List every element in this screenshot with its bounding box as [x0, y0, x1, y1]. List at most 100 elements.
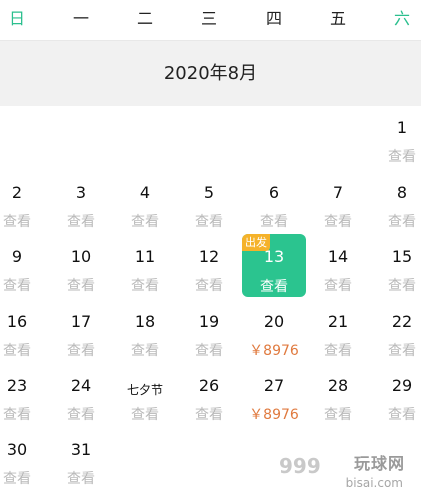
day-cell[interactable]: 16 查看 [0, 308, 47, 372]
weekday-sunday: 日 [8, 9, 25, 28]
day-number: 12 [198, 247, 220, 266]
day-view-label: 查看 [195, 278, 223, 294]
day-view-label: 查看 [324, 407, 352, 423]
day-cell-selected[interactable]: 出发 13 查看 [242, 234, 306, 297]
weekday-wednesday: 三 [200, 9, 217, 28]
day-number: 17 [70, 312, 92, 331]
site-watermark: 999 玩球网 bisai.com [275, 450, 415, 490]
day-cell[interactable]: 1 查看 [372, 114, 421, 178]
day-number: 22 [391, 312, 413, 331]
day-cell[interactable]: 22 查看 [372, 308, 421, 372]
day-view-label: 查看 [195, 407, 223, 423]
day-view-label: 查看 [67, 471, 95, 487]
day-number: 7 [332, 183, 344, 202]
day-number: 27 [263, 376, 285, 395]
watermark-domain: bisai.com [345, 476, 403, 490]
day-number: 24 [70, 376, 92, 395]
day-view-label: 查看 [67, 343, 95, 359]
day-view-label: 查看 [324, 214, 352, 230]
day-number: 13 [263, 247, 285, 266]
day-view-label: 查看 [324, 343, 352, 359]
day-cell[interactable]: 24 查看 [51, 372, 111, 436]
day-cell[interactable]: 31 查看 [51, 436, 111, 500]
day-number: 26 [198, 376, 220, 395]
day-number: 18 [134, 312, 156, 331]
day-price: ￥8976 [249, 343, 299, 359]
day-number: 2 [11, 183, 23, 202]
day-cell[interactable]: 27 ￥8976 [244, 372, 304, 436]
day-cell[interactable]: 7 查看 [308, 179, 368, 243]
month-title: 2020年8月 [163, 63, 258, 84]
day-view-label: 查看 [195, 214, 223, 230]
day-number: 4 [139, 183, 151, 202]
weekday-thursday: 四 [265, 9, 282, 28]
day-view-label: 查看 [3, 278, 31, 294]
month-header: 2020年8月 [0, 41, 421, 106]
day-cell[interactable]: 20 ￥8976 [244, 308, 304, 372]
day-view-label: 查看 [131, 278, 159, 294]
day-view-label: 查看 [388, 278, 416, 294]
day-cell[interactable]: 5 查看 [179, 179, 239, 243]
day-cell[interactable]: 8 查看 [372, 179, 421, 243]
day-number: 23 [6, 376, 28, 395]
day-view-label: 查看 [324, 278, 352, 294]
weekday-tuesday: 二 [136, 9, 153, 28]
day-cell[interactable]: 23 查看 [0, 372, 47, 436]
day-view-label: 查看 [195, 343, 223, 359]
day-number: 16 [6, 312, 28, 331]
day-cell[interactable]: 29 查看 [372, 372, 421, 436]
day-number: 19 [198, 312, 220, 331]
day-cell[interactable]: 19 查看 [179, 308, 239, 372]
day-cell[interactable]: 26 查看 [179, 372, 239, 436]
day-view-label: 查看 [67, 407, 95, 423]
weekday-friday: 五 [329, 9, 346, 28]
weekday-monday: 一 [72, 9, 89, 28]
day-number: 30 [6, 440, 28, 459]
day-number: 15 [391, 247, 413, 266]
weekday-header: 日 一 二 三 四 五 六 [0, 0, 421, 41]
day-price: ￥8976 [249, 407, 299, 423]
watermark-logo: 999 [279, 454, 321, 478]
day-cell[interactable]: 七夕节 查看 [115, 372, 175, 436]
day-cell[interactable]: 9 查看 [0, 243, 47, 307]
day-view-label: 查看 [131, 343, 159, 359]
day-number: 29 [391, 376, 413, 395]
day-view-label: 查看 [388, 149, 416, 165]
day-cell[interactable]: 17 查看 [51, 308, 111, 372]
day-cell[interactable]: 3 查看 [51, 179, 111, 243]
day-cell[interactable]: 28 查看 [308, 372, 368, 436]
day-number: 21 [327, 312, 349, 331]
watermark-text: 玩球网 [353, 454, 405, 473]
day-view-label: 查看 [3, 407, 31, 423]
day-number: 28 [327, 376, 349, 395]
day-number: 6 [268, 183, 280, 202]
day-number: 9 [11, 247, 23, 266]
day-view-label: 查看 [388, 407, 416, 423]
day-number: 14 [327, 247, 349, 266]
day-view-label: 查看 [388, 343, 416, 359]
day-number: 5 [203, 183, 215, 202]
day-number: 10 [70, 247, 92, 266]
day-number: 31 [70, 440, 92, 459]
day-number: 1 [396, 118, 408, 137]
day-view-label: 查看 [3, 214, 31, 230]
day-cell[interactable]: 18 查看 [115, 308, 175, 372]
day-view-label: 查看 [260, 279, 288, 295]
day-cell[interactable]: 15 查看 [372, 243, 421, 307]
day-cell[interactable]: 21 查看 [308, 308, 368, 372]
day-cell[interactable]: 11 查看 [115, 243, 175, 307]
day-view-label: 查看 [67, 278, 95, 294]
day-view-label: 查看 [67, 214, 95, 230]
day-cell[interactable]: 10 查看 [51, 243, 111, 307]
day-view-label: 查看 [131, 214, 159, 230]
day-cell[interactable]: 12 查看 [179, 243, 239, 307]
day-view-label: 查看 [3, 343, 31, 359]
day-cell[interactable]: 14 查看 [308, 243, 368, 307]
day-cell[interactable]: 2 查看 [0, 179, 47, 243]
day-view-label: 查看 [388, 214, 416, 230]
day-cell[interactable]: 4 查看 [115, 179, 175, 243]
day-cell[interactable]: 30 查看 [0, 436, 47, 500]
day-holiday-label: 七夕节 [126, 383, 163, 397]
day-number: 11 [134, 247, 156, 266]
day-view-label: 查看 [3, 471, 31, 487]
